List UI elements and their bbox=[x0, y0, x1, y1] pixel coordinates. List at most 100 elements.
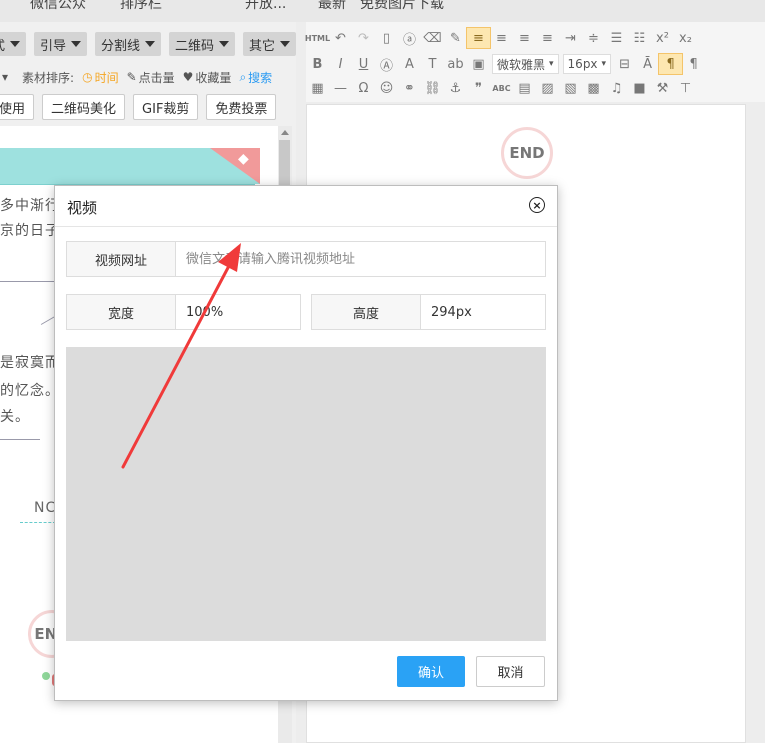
qrcode-beautify-button[interactable]: 二维码美化 bbox=[42, 94, 126, 120]
height-input[interactable] bbox=[421, 295, 545, 329]
sort-dropdown-partial[interactable]: ▾ bbox=[2, 70, 8, 84]
toolbar-row-3: ▦ — Ω ☺ ⚭ ⛓ ⚓ ❞ ABC ▤ ▨ ▧ ▩ ♫ ■ ⚒ ⊤ bbox=[306, 76, 697, 100]
chevron-down-icon: ▾ bbox=[601, 59, 607, 69]
top-fragment[interactable]: 微信公众 bbox=[30, 0, 86, 13]
unlink-icon[interactable]: ⛓ bbox=[421, 78, 444, 98]
search-button[interactable]: ⌕ 搜索 bbox=[239, 69, 272, 86]
underline-icon[interactable]: U bbox=[352, 54, 375, 74]
align-left-icon[interactable]: ≡ bbox=[466, 27, 491, 49]
font-size-select[interactable]: 16px ▾ bbox=[562, 54, 612, 74]
top-fragment[interactable]: 免费图片下载 bbox=[360, 0, 444, 13]
divider bbox=[0, 439, 40, 440]
image-icon[interactable]: ▨ bbox=[536, 78, 559, 98]
direction-rtl-icon[interactable]: ¶ bbox=[682, 54, 705, 74]
top-fragment[interactable]: 排序栏 bbox=[120, 0, 162, 13]
italic-icon[interactable]: I bbox=[329, 54, 352, 74]
free-vote-button[interactable]: 免费投票 bbox=[206, 94, 277, 120]
quote-icon[interactable]: ❞ bbox=[467, 78, 490, 98]
tool-label: 使用 bbox=[0, 101, 26, 117]
font-color-icon[interactable]: A bbox=[398, 54, 421, 74]
chevron-down-icon: ▾ bbox=[549, 59, 554, 69]
font-size-value: 16px bbox=[567, 57, 598, 71]
tool-use-button[interactable]: 使用 bbox=[0, 94, 35, 120]
new-doc-icon[interactable]: ▯ bbox=[375, 28, 398, 48]
subscript-icon[interactable]: x₂ bbox=[674, 28, 697, 48]
top-fragment[interactable]: 开放... bbox=[245, 0, 286, 13]
undo-icon[interactable]: ↶ bbox=[329, 28, 352, 48]
category-label: 二维码 bbox=[175, 38, 215, 54]
category-guide[interactable]: 引导 bbox=[34, 32, 88, 56]
strikethrough-icon[interactable]: ABC bbox=[490, 78, 513, 98]
format-painter-icon[interactable]: ✎ bbox=[444, 28, 467, 48]
confirm-button[interactable]: 确认 bbox=[397, 656, 465, 687]
multi-image-icon[interactable]: ▧ bbox=[559, 78, 582, 98]
video-url-label: 视频网址 bbox=[67, 242, 176, 276]
close-button[interactable]: × bbox=[529, 197, 545, 213]
text-format-icon[interactable]: ab bbox=[444, 54, 467, 74]
background-icon[interactable]: ▩ bbox=[582, 78, 605, 98]
video-icon[interactable]: ■ bbox=[628, 78, 651, 98]
cancel-button[interactable]: 取消 bbox=[476, 656, 545, 687]
link-icon[interactable]: ⚭ bbox=[398, 78, 421, 98]
direction-ltr-icon[interactable]: ¶ bbox=[658, 53, 684, 75]
text-case-icon[interactable]: Ā bbox=[636, 54, 659, 74]
music-icon[interactable]: ♫ bbox=[605, 78, 628, 98]
sort-by-time[interactable]: ◷ 时间 bbox=[82, 69, 119, 86]
top-fragment[interactable]: 最新 bbox=[318, 0, 346, 13]
insert-frame-icon[interactable]: ⊤ bbox=[674, 78, 697, 98]
paste-text-icon[interactable]: ⓐ bbox=[398, 28, 421, 48]
align-justify-icon[interactable]: ≡ bbox=[536, 28, 559, 48]
editor-toolbar: HTML ↶ ↷ ▯ ⓐ ⌫ ✎ ≡ ≡ ≡ ≡ ⇥ ≑ ☰ ☷ x² x₂ B… bbox=[305, 22, 765, 102]
brush-icon[interactable]: ⚒ bbox=[651, 78, 674, 98]
sort-option-label: 搜索 bbox=[248, 70, 273, 85]
category-style[interactable]: 式 bbox=[0, 32, 27, 56]
font-family-select[interactable]: 微软雅黑 ▾ bbox=[492, 54, 559, 74]
sort-by-favorites[interactable]: ♥ 收藏量 bbox=[183, 69, 232, 86]
image-layout-icon[interactable]: ▣ bbox=[467, 54, 490, 74]
chevron-down-icon bbox=[280, 41, 291, 47]
anchor-icon[interactable]: ⚓ bbox=[444, 78, 467, 98]
material-text: 是寂寞而 bbox=[0, 355, 60, 371]
click-icon: ✎ bbox=[126, 70, 137, 84]
list-icon[interactable]: ☷ bbox=[628, 28, 651, 48]
divider bbox=[20, 522, 56, 524]
superscript-icon[interactable]: x² bbox=[651, 28, 674, 48]
eraser-icon[interactable]: ⌫ bbox=[421, 28, 444, 48]
font-bg-icon[interactable]: T bbox=[421, 54, 444, 74]
tool-label: 二维码美化 bbox=[51, 101, 117, 117]
heart-icon: ♥ bbox=[182, 70, 194, 84]
emoji-icon[interactable]: ☺ bbox=[375, 78, 398, 98]
sort-by-clicks[interactable]: ✎ 点击量 bbox=[127, 69, 175, 86]
category-divider[interactable]: 分割线 bbox=[95, 32, 162, 56]
bold-icon[interactable]: B bbox=[306, 54, 329, 74]
line-height-icon[interactable]: ≑ bbox=[582, 28, 605, 48]
scroll-up-icon[interactable] bbox=[281, 130, 289, 135]
toolbar-row-2: B I U Ⓐ A T ab ▣ 微软雅黑 ▾ 16px ▾ ⊟ Ā ¶ ¶ bbox=[306, 52, 705, 76]
dialog-header[interactable]: 视频 × bbox=[55, 186, 557, 227]
tool-row: 使用 二维码美化 GIF裁剪 免费投票 bbox=[0, 94, 277, 120]
height-field: 高度 bbox=[311, 294, 546, 330]
tool-label: GIF裁剪 bbox=[142, 101, 190, 117]
sort-label: 素材排序: bbox=[22, 70, 75, 85]
align-center-icon[interactable]: ≡ bbox=[490, 28, 513, 48]
category-qrcode[interactable]: 二维码 bbox=[169, 32, 236, 56]
margin-icon[interactable]: ⊟ bbox=[613, 54, 636, 74]
align-right-icon[interactable]: ≡ bbox=[513, 28, 536, 48]
horizontal-rule-icon[interactable]: — bbox=[329, 78, 352, 98]
diamond-icon: ◆ bbox=[238, 151, 249, 167]
font-border-icon[interactable]: Ⓐ bbox=[375, 54, 398, 74]
redo-icon[interactable]: ↷ bbox=[352, 28, 375, 48]
close-icon: × bbox=[532, 198, 542, 212]
dialog-title: 视频 bbox=[67, 199, 98, 217]
special-char-icon[interactable]: Ω bbox=[352, 78, 375, 98]
category-other[interactable]: 其它 bbox=[243, 32, 296, 56]
html-source-icon[interactable]: HTML bbox=[305, 28, 330, 48]
top-strip: 微信公众 排序栏 开放... 最新 免费图片下载 bbox=[0, 0, 765, 22]
width-input[interactable] bbox=[176, 295, 300, 329]
template-icon[interactable]: ▤ bbox=[513, 78, 536, 98]
paragraph-spacing-icon[interactable]: ☰ bbox=[605, 28, 628, 48]
indent-icon[interactable]: ⇥ bbox=[559, 28, 582, 48]
video-url-input[interactable] bbox=[176, 242, 544, 276]
gif-crop-button[interactable]: GIF裁剪 bbox=[133, 94, 199, 120]
table-icon[interactable]: ▦ bbox=[306, 78, 329, 98]
